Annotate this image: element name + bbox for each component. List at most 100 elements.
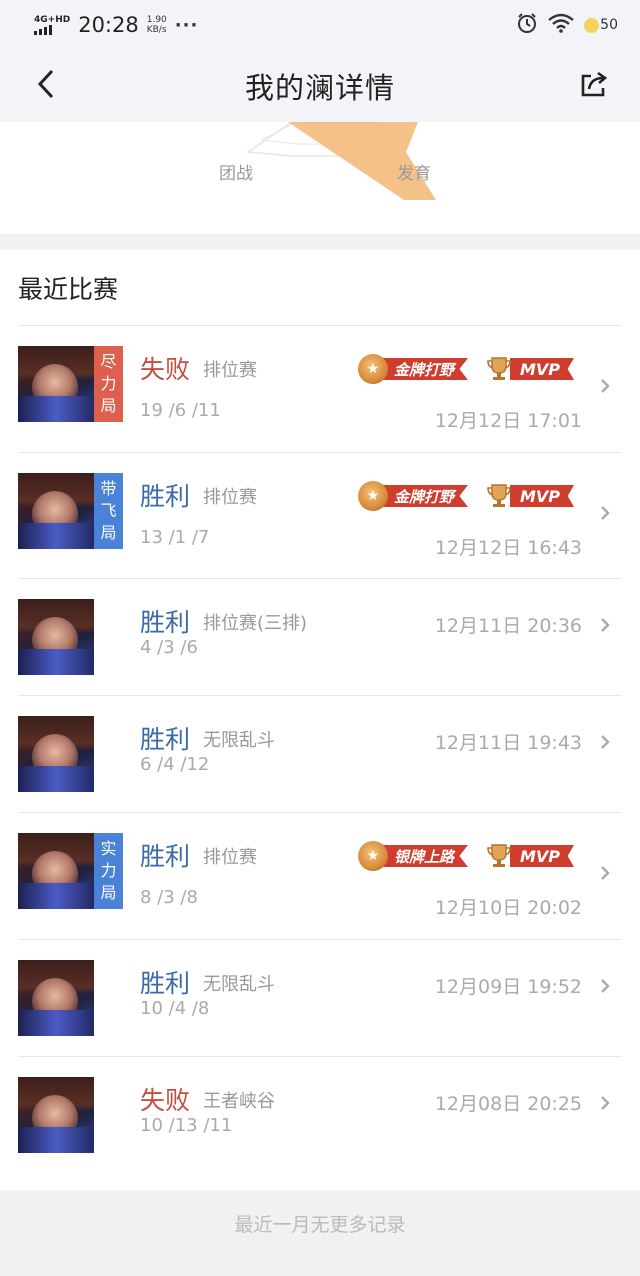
share-icon[interactable] (576, 66, 612, 102)
page-title: 我的澜详情 (244, 71, 395, 105)
battery-level: 50 (600, 17, 618, 33)
speed-unit: KB/s (146, 25, 167, 35)
match-result: 胜利 (140, 725, 191, 754)
match-result: 胜利 (140, 842, 191, 871)
match-row[interactable]: 胜利 无限乱斗 6 /4 /12 12月11日 19:43 (18, 695, 622, 812)
match-datetime: 12月09日 19:52 (434, 976, 582, 998)
wifi-icon (548, 13, 574, 37)
medal-star-icon: ★ (358, 481, 388, 511)
match-result: 失败 (140, 1086, 191, 1115)
match-result: 胜利 (140, 608, 191, 637)
medal-label: 金牌打野 (382, 358, 469, 380)
nav-bar: 我的澜详情 (0, 50, 640, 122)
medal-label: 金牌打野 (382, 485, 469, 507)
network-speed: 1.90 KB/s (147, 15, 167, 35)
game-mode: 排位赛(三排) (203, 613, 308, 634)
hero-avatar (18, 833, 94, 909)
game-mode: 无限乱斗 (203, 974, 275, 995)
game-mode: 排位赛 (203, 847, 257, 868)
clock: 20:28 (78, 13, 139, 37)
match-datetime: 12月12日 16:43 (434, 537, 582, 559)
kda: 10 /13 /11 (140, 1115, 233, 1136)
tag-char: 尽 (100, 352, 117, 371)
match-datetime: 12月11日 19:43 (434, 732, 582, 754)
cellular-signal-icon: 4G+HD (34, 15, 70, 35)
match-result: 失败 (140, 355, 191, 384)
match-row[interactable]: 胜利 排位赛(三排) 4 /3 /6 12月11日 20:36 (18, 578, 622, 695)
battery-indicator: 50 (584, 17, 618, 33)
chevron-right-icon (601, 618, 610, 632)
battery-icon (584, 17, 600, 33)
hero-avatar (18, 346, 94, 422)
chevron-right-icon (601, 979, 610, 993)
mvp-label: MVP (510, 845, 575, 867)
match-result: 胜利 (140, 482, 191, 511)
kda: 10 /4 /8 (140, 998, 210, 1019)
chevron-right-icon (601, 506, 610, 520)
tag-char: 力 (100, 374, 117, 393)
game-mode: 排位赛 (203, 487, 257, 508)
kda: 19 /6 /11 (140, 400, 221, 421)
game-mode: 无限乱斗 (203, 730, 275, 751)
no-more-records-footer: 最近一月无更多记录 (0, 1190, 640, 1276)
radar-label-development: 发育 (397, 164, 431, 184)
back-arrow-icon[interactable] (30, 66, 62, 102)
trophy-icon (484, 841, 514, 871)
hero-avatar (18, 960, 94, 1036)
chevron-right-icon (601, 379, 610, 393)
chevron-right-icon (601, 1096, 610, 1110)
network-type: 4G+HD (34, 15, 71, 25)
match-list: 尽力局失败 排位赛 19 /6 /11 12月12日 17:01 ★ 金牌打野 MVP… (18, 325, 622, 1166)
tag-char: 局 (100, 396, 117, 415)
radar-label-team-fight: 团战 (219, 164, 253, 184)
kda: 6 /4 /12 (140, 754, 210, 775)
tag-char: 飞 (100, 501, 117, 520)
section-divider (0, 234, 640, 250)
mvp-label: MVP (510, 358, 575, 380)
mvp-badge: MVP (484, 354, 575, 384)
chevron-right-icon (601, 866, 610, 880)
match-quality-tag: 实力局 (94, 833, 123, 909)
kda: 8 /3 /8 (140, 887, 198, 908)
position-medal-badge: ★ 银牌上路 (358, 841, 469, 871)
tag-char: 局 (100, 883, 117, 902)
match-quality-tag: 带飞局 (94, 473, 123, 549)
match-datetime: 12月08日 20:25 (434, 1093, 582, 1115)
match-datetime: 12月12日 17:01 (434, 410, 582, 432)
match-row[interactable]: 胜利 无限乱斗 10 /4 /8 12月09日 19:52 (18, 939, 622, 1056)
status-bar: 4G+HD 20:28 1.90 KB/s ··· 50 (0, 0, 640, 50)
kda: 13 /1 /7 (140, 527, 210, 548)
position-medal-badge: ★ 金牌打野 (358, 481, 469, 511)
tag-char: 局 (100, 523, 117, 542)
mvp-badge: MVP (484, 841, 575, 871)
game-mode: 排位赛 (203, 360, 257, 381)
match-row[interactable]: 实力局胜利 排位赛 8 /3 /8 12月10日 20:02 ★ 银牌上路 MVP (18, 812, 622, 939)
medal-star-icon: ★ (358, 841, 388, 871)
alarm-icon (516, 12, 538, 38)
speed-value: 1.90 (146, 15, 167, 25)
trophy-icon (484, 354, 514, 384)
match-row[interactable]: 尽力局失败 排位赛 19 /6 /11 12月12日 17:01 ★ 金牌打野 MVP (18, 325, 622, 452)
kda: 4 /3 /6 (140, 637, 198, 658)
match-result: 胜利 (140, 969, 191, 998)
match-row[interactable]: 带飞局胜利 排位赛 13 /1 /7 12月12日 16:43 ★ 金牌打野 MVP (18, 452, 622, 578)
hero-avatar (18, 716, 94, 792)
tag-char: 力 (100, 861, 117, 880)
game-mode: 王者峡谷 (203, 1091, 275, 1112)
match-datetime: 12月11日 20:36 (434, 615, 582, 637)
footer-text: 最近一月无更多记录 (234, 1214, 406, 1236)
tag-char: 实 (100, 839, 117, 858)
chevron-right-icon (601, 735, 610, 749)
match-datetime: 12月10日 20:02 (434, 897, 582, 919)
match-row[interactable]: 失败 王者峡谷 10 /13 /11 12月08日 20:25 (18, 1056, 622, 1166)
match-quality-tag: 尽力局 (94, 346, 123, 422)
trophy-icon (484, 481, 514, 511)
more-notifications-icon: ··· (174, 14, 199, 36)
hero-avatar (18, 473, 94, 549)
medal-label: 银牌上路 (382, 845, 469, 867)
mvp-label: MVP (510, 485, 575, 507)
hero-avatar (18, 599, 94, 675)
tag-char: 带 (100, 479, 117, 498)
section-title: 最近比赛 (18, 275, 119, 304)
radar-graphic (245, 122, 436, 200)
